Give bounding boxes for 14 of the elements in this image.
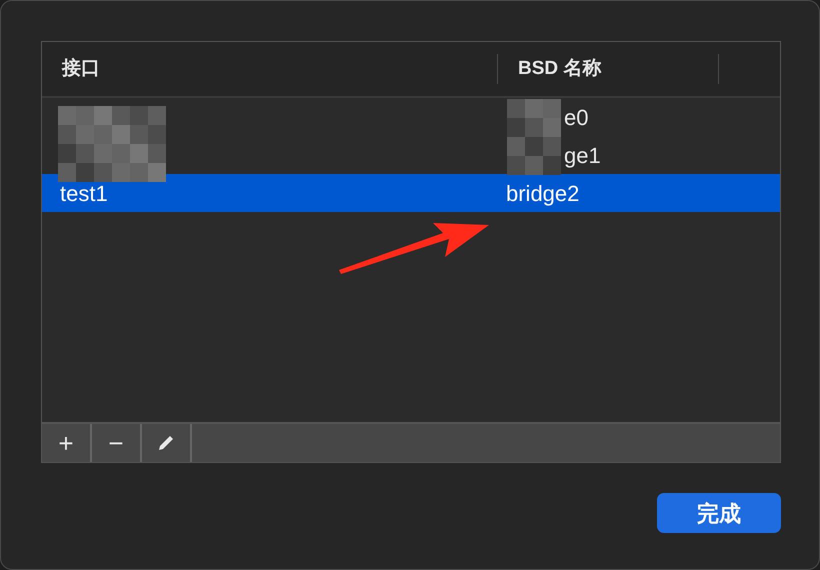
add-button[interactable]: +	[42, 424, 92, 462]
selected-table-row[interactable]: test1 bridge2	[42, 174, 780, 212]
done-button[interactable]: 完成	[657, 493, 781, 533]
table-row[interactable]: e0	[42, 98, 780, 136]
interface-column-header[interactable]: 接口	[42, 54, 497, 84]
pencil-icon	[156, 433, 176, 453]
remove-button[interactable]: −	[92, 424, 142, 462]
bsd-name: bridge2	[506, 180, 580, 206]
bsd-name: ge1	[564, 142, 601, 168]
edit-button[interactable]	[142, 424, 192, 462]
bsd-name-column-header[interactable]: BSD 名称	[498, 54, 718, 84]
interface-name: test1	[60, 180, 108, 206]
bsd-name: e0	[564, 104, 588, 130]
table-row[interactable]: ge1	[42, 136, 780, 174]
